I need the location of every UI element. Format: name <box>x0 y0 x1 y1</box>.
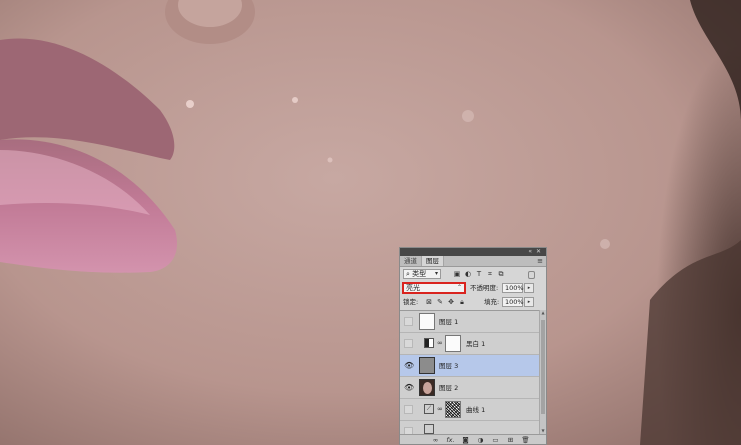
layer-name[interactable]: 图层 3 <box>439 361 458 371</box>
black-white-adjustment-icon <box>424 338 434 348</box>
eye-icon[interactable]: 👁︎ <box>404 383 414 392</box>
mask-link-icon[interactable]: ∞ <box>437 339 443 348</box>
layers-bottom-toolbar: ∞ fx. ◙ ◑ ▭ ⊞ 🗑︎ <box>400 434 546 444</box>
layer-thumbnail <box>419 357 435 374</box>
layer-name[interactable]: 黑白 1 <box>466 339 485 349</box>
eye-icon[interactable]: 👁︎ <box>404 361 414 370</box>
layer-name[interactable]: 曲线 1 <box>466 405 485 415</box>
adjustment-filter-icon[interactable]: ◐ <box>464 270 472 278</box>
scroll-up-icon[interactable]: ▲ <box>540 310 546 316</box>
opacity-slider-button[interactable]: ▸ <box>524 283 534 293</box>
chevron-down-icon: ▾ <box>434 270 438 277</box>
lock-transparent-pixels-icon[interactable]: ⊠ <box>425 298 433 306</box>
trash-icon[interactable]: 🗑︎ <box>521 436 530 444</box>
lock-image-pixels-icon[interactable]: ✎ <box>436 298 444 306</box>
filter-kind-label: 类型 <box>412 270 427 278</box>
layer-row-2[interactable]: ∞ 黑白 1 <box>400 333 539 355</box>
panel-menu-icon[interactable]: ≡ <box>537 256 543 266</box>
filter-row: ⌕ 类型 ▾ ▣ ◐ T ⌗ ⧉ <box>400 267 546 281</box>
scrollbar-thumb[interactable] <box>541 320 545 414</box>
smart-object-filter-icon[interactable]: ⧉ <box>497 270 505 278</box>
layer-row-5[interactable]: ⟋ ∞ 曲线 1 <box>400 399 539 421</box>
layers-panel: « ✕ 通道 图层 ≡ ⌕ 类型 ▾ ▣ ◐ T ⌗ ⧉ 亮光 ⌃ 不透明度: … <box>399 247 547 445</box>
layer-row-4[interactable]: 👁︎ 图层 2 <box>400 377 539 399</box>
group-folder-icon[interactable]: ▭ <box>491 436 500 444</box>
new-layer-icon[interactable]: ⊞ <box>506 436 515 444</box>
photo-canvas[interactable] <box>0 0 741 445</box>
fill-label: 填充: <box>484 298 500 306</box>
image-filter-icon[interactable]: ▣ <box>453 270 461 278</box>
lock-all-icon[interactable]: 🔒︎ <box>458 298 466 306</box>
layer-thumbnail <box>419 379 435 396</box>
layer-name[interactable]: 图层 1 <box>439 317 458 327</box>
layer-mask-thumbnail[interactable] <box>445 401 461 418</box>
fill-slider-button[interactable]: ▸ <box>524 297 534 307</box>
link-layers-icon[interactable]: ∞ <box>431 436 440 444</box>
visibility-toggle-off[interactable] <box>404 405 413 414</box>
fill-input[interactable]: 100% <box>502 297 524 307</box>
opacity-label: 不透明度: <box>470 284 499 292</box>
layer-row-3-selected[interactable]: 👁︎ 图层 3 <box>400 355 539 377</box>
add-mask-icon[interactable]: ◙ <box>461 436 470 444</box>
filter-toggle-icon[interactable] <box>528 271 535 279</box>
shape-filter-icon[interactable]: ⌗ <box>486 270 494 278</box>
blend-row: 亮光 ⌃ 不透明度: 100% ▸ <box>400 281 546 295</box>
chevron-updown-icon: ⌃ <box>456 284 462 291</box>
panel-titlebar[interactable]: « ✕ <box>400 248 546 256</box>
layer-thumbnail <box>419 313 435 330</box>
opacity-input[interactable]: 100% <box>502 283 524 293</box>
mask-link-icon[interactable]: ∞ <box>437 405 443 414</box>
panel-tabs: 通道 图层 ≡ <box>400 256 546 267</box>
layer-name[interactable]: 图层 2 <box>439 383 458 393</box>
blend-mode-select[interactable]: 亮光 ⌃ <box>403 283 465 293</box>
filter-kind-select[interactable]: ⌕ 类型 ▾ <box>403 269 441 279</box>
visibility-toggle-off[interactable] <box>404 339 413 348</box>
layer-list-scrollbar[interactable]: ▲ ▼ <box>539 310 546 434</box>
layer-row-1[interactable]: 图层 1 <box>400 311 539 333</box>
adjustment-layer-icon[interactable]: ◑ <box>476 436 485 444</box>
type-filter-icon[interactable]: T <box>475 270 483 278</box>
blend-mode-value: 亮光 <box>406 284 420 292</box>
layer-list: 图层 1 ∞ 黑白 1 👁︎ 图层 3 👁︎ 图层 2 ⟋ ∞ 曲线 1 <box>400 310 539 436</box>
search-icon: ⌕ <box>406 270 410 278</box>
panel-window-controls[interactable]: « ✕ <box>528 248 542 256</box>
lock-row: 锁定: ⊠ ✎ ✥ 🔒︎ 填充: 100% ▸ <box>400 295 546 309</box>
tab-channels[interactable]: 通道 <box>400 256 422 266</box>
lock-label: 锁定: <box>403 298 419 306</box>
visibility-toggle-off[interactable] <box>404 317 413 326</box>
layer-mask-thumbnail[interactable] <box>445 335 461 352</box>
face-closeup-image <box>0 0 741 445</box>
adjustment-icon <box>424 424 434 434</box>
fx-icon[interactable]: fx. <box>446 436 455 444</box>
tab-layers[interactable]: 图层 <box>422 256 444 266</box>
lock-position-icon[interactable]: ✥ <box>447 298 455 306</box>
curves-adjustment-icon: ⟋ <box>424 404 434 414</box>
